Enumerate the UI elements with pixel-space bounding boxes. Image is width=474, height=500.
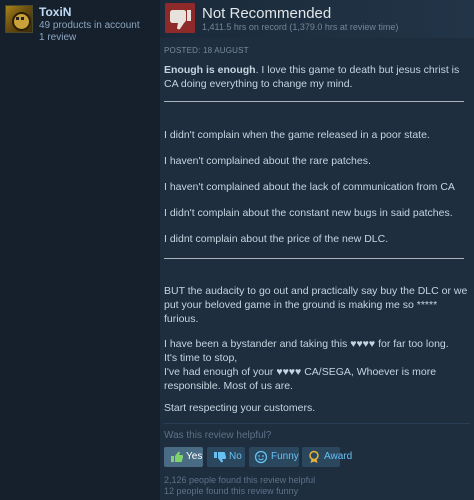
vote-no-button[interactable]: No <box>207 447 245 467</box>
posted-date: POSTED: 18 AUGUST <box>164 46 249 55</box>
helpful-question: Was this review helpful? <box>164 430 272 441</box>
award-button[interactable]: Award <box>302 447 352 467</box>
complaint-line: I haven't complained about the lack of c… <box>164 181 455 193</box>
bystander-line: I have been a bystander and taking this … <box>164 338 449 350</box>
review-intro: Enough is enough. I love this game to de… <box>164 63 464 91</box>
reviewer-products[interactable]: 49 products in account <box>39 20 140 31</box>
bystander-line: I've had enough of your ♥♥♥♥ CA/SEGA, Wh… <box>164 366 437 392</box>
award-label: Award <box>324 451 353 462</box>
funny-count: 12 people found this review funny <box>164 486 299 496</box>
helpful-count: 2,126 people found this review helpful <box>164 475 316 485</box>
bystander-line: It's time to stop, <box>164 352 238 364</box>
complaint-line: I didn't complain when the game released… <box>164 129 430 141</box>
complaint-line: I haven't complained about the rare patc… <box>164 155 371 167</box>
thumbs-down-icon <box>214 452 226 463</box>
funny-label: Funny <box>271 451 299 462</box>
vote-funny-button[interactable]: Funny <box>249 447 299 467</box>
vote-yes-button[interactable]: Yes <box>164 447 203 467</box>
review-panel: Not Recommended 1,411.5 hrs on record (1… <box>160 0 474 500</box>
complaint-line: I didn't complain about the constant new… <box>164 207 453 219</box>
avatar-face <box>12 12 31 31</box>
horizontal-rule <box>164 101 464 102</box>
thumbs-up-icon <box>171 451 183 462</box>
yes-label: Yes <box>186 451 203 462</box>
reviewer-name[interactable]: ToxiN <box>39 5 71 19</box>
reviewer-review-count[interactable]: 1 review <box>39 32 76 43</box>
smiley-icon <box>254 450 268 464</box>
intro-bold: Enough is enough <box>164 64 256 76</box>
complaint-line: I didnt complain about the price of the … <box>164 233 389 245</box>
closing-line: Start respecting your customers. <box>164 402 316 414</box>
verdict-title: Not Recommended <box>202 5 332 22</box>
playtime-hours: 1,411.5 hrs on record (1,379.0 hrs at re… <box>202 22 399 32</box>
award-medal-icon <box>309 450 319 463</box>
horizontal-rule <box>164 258 464 259</box>
helpful-divider <box>164 423 470 424</box>
thumbs-down-icon <box>165 3 195 33</box>
verdict-header[interactable]: Not Recommended 1,411.5 hrs on record (1… <box>160 0 474 38</box>
reviewer-panel: ToxiN 49 products in account 1 review <box>0 0 160 500</box>
reviewer-avatar[interactable] <box>5 5 33 33</box>
audacity-paragraph: BUT the audacity to go out and practical… <box>164 285 468 325</box>
no-label: No <box>229 451 242 462</box>
